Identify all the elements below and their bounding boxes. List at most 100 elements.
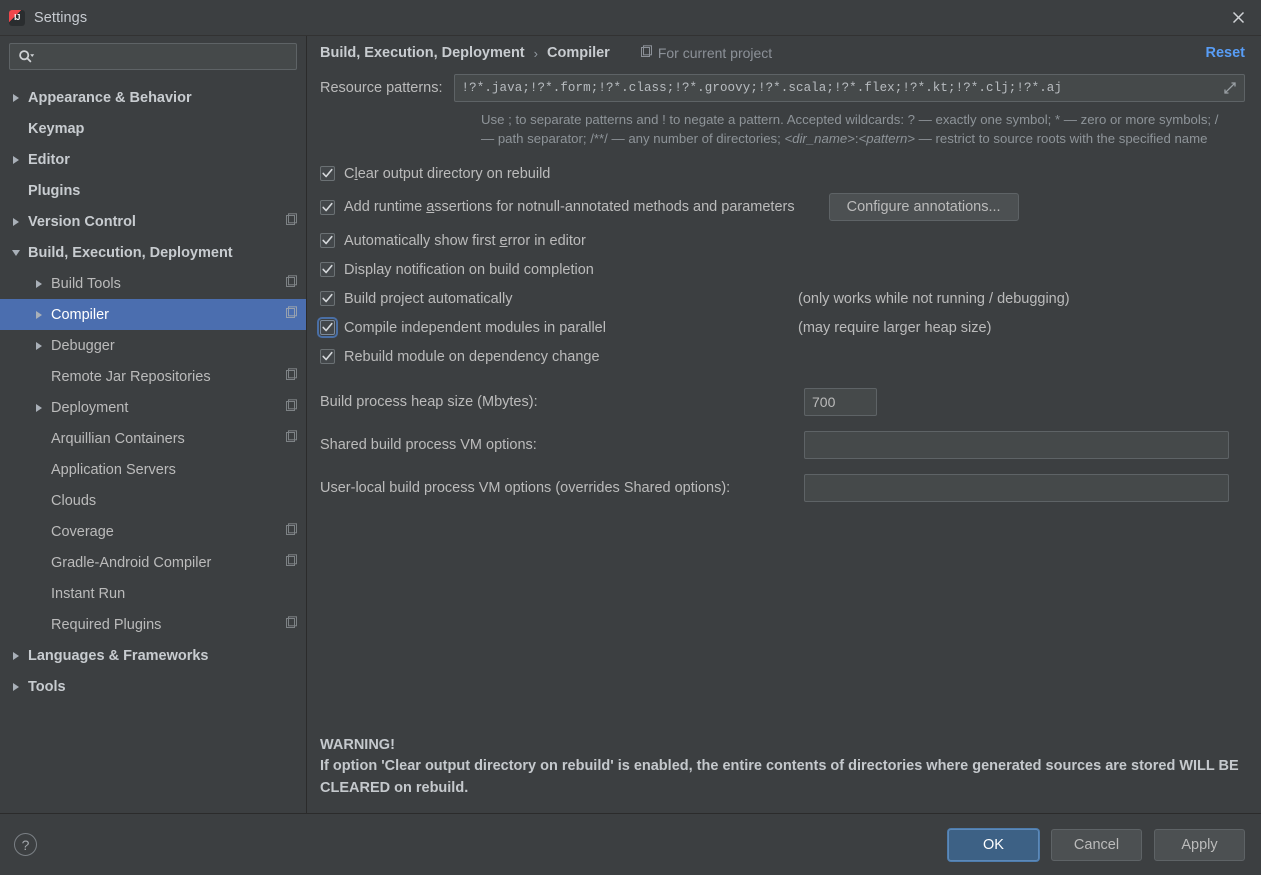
sidebar-item-required-plugins[interactable]: Required Plugins [0,609,306,640]
shared-vm-options-label: Shared build process VM options: [320,437,537,453]
sidebar-item-build-execution-deployment[interactable]: Build, Execution, Deployment [0,237,306,268]
sidebar-item-application-servers[interactable]: Application Servers [0,454,306,485]
resource-patterns-field[interactable]: !?*.java;!?*.form;!?*.class;!?*.groovy;!… [453,74,1245,102]
checkbox-row-rebuild-module-on-dependency-change: Rebuild module on dependency change [320,342,1245,371]
heap-size-label: Build process heap size (Mbytes): [320,394,538,410]
chevron-right-icon[interactable] [9,91,22,104]
checkbox-label-automatically-show-first-error-in-editor[interactable]: Automatically show first error in editor [344,233,586,249]
chevron-right-icon[interactable] [9,649,22,662]
chevron-right-icon[interactable] [32,277,45,290]
checkbox-build-project-automatically[interactable] [320,291,335,306]
sidebar-item-label: Tools [28,678,66,695]
sidebar-item-label: Coverage [51,523,114,540]
breadcrumb: Build, Execution, Deployment › Compiler … [307,36,1261,70]
heap-size-input[interactable] [804,388,877,416]
sidebar-item-gradle-android-compiler[interactable]: Gradle-Android Compiler [0,547,306,578]
sidebar-item-label: Appearance & Behavior [28,89,192,106]
checkbox-row-clear-output-directory-on-rebuild: Clear output directory on rebuild [320,159,1245,188]
sidebar-item-remote-jar-repositories[interactable]: Remote Jar Repositories [0,361,306,392]
project-scope-label: For current project [657,45,773,61]
checkbox-automatically-show-first-error-in-editor[interactable] [320,233,335,248]
sidebar-item-label: Clouds [51,492,97,509]
warning-body: If option 'Clear output directory on reb… [320,758,1239,796]
sidebar-item-instant-run[interactable]: Instant Run [0,578,306,609]
sidebar-item-compiler[interactable]: Compiler [0,299,306,330]
shared-vm-options-input[interactable] [804,431,1229,459]
project-scope-icon [279,398,298,417]
checkbox-label-build-project-automatically[interactable]: Build project automatically [344,291,512,307]
sidebar-item-keymap[interactable]: Keymap [0,113,306,144]
sidebar-item-build-tools[interactable]: Build Tools [0,268,306,299]
expand-diagonal-icon[interactable] [1222,80,1238,96]
sidebar-item-label: Version Control [28,213,136,230]
sidebar-item-clouds[interactable]: Clouds [0,485,306,516]
checkbox-label-clear-output-directory-on-rebuild[interactable]: Clear output directory on rebuild [344,166,550,182]
sidebar-item-label: Arquillian Containers [51,430,185,447]
checkbox-row-build-project-automatically: Build project automatically (only works w… [320,284,1245,313]
dialog-body: Appearance & Behavior Keymap Editor Plugins… [0,35,1261,813]
checkbox-add-runtime-assertions-for-notnull-annotated-methods-and-parameters[interactable] [320,199,335,215]
checkbox-rebuild-module-on-dependency-change[interactable] [320,349,335,364]
sidebar-item-label: Deployment [51,399,129,416]
cancel-button[interactable]: Cancel [1051,828,1142,861]
checkbox-row-add-runtime-assertions-for-notnull-annotated-methods-and-parameters: Add runtime assertions for notnull-annot… [320,188,1245,226]
chevron-right-icon[interactable] [9,153,22,166]
chevron-right-icon[interactable] [32,308,45,321]
sidebar-item-debugger[interactable]: Debugger [0,330,306,361]
project-scope-icon [279,305,298,324]
shared-vm-options-row: Shared build process VM options: [320,431,1245,459]
chevron-right-icon[interactable] [32,339,45,352]
chevron-down-icon[interactable] [9,246,22,259]
checkbox-label-compile-independent-modules-in-parallel[interactable]: Compile independent modules in parallel [344,320,606,336]
hint-text-part2: — restrict to source roots with the spec… [915,131,1208,146]
checkbox-label-add-runtime-assertions-for-notnull-annotated-methods-and-parameters[interactable]: Add runtime assertions for notnull-annot… [344,199,795,215]
project-scope-icon [279,429,298,448]
resource-patterns-hint: Use ; to separate patterns and ! to nega… [481,110,1226,148]
userlocal-vm-options-label: User-local build process VM options (ove… [320,480,731,496]
sidebar-item-appearance-behavior[interactable]: Appearance & Behavior [0,82,306,113]
sidebar-item-label: Plugins [28,182,81,199]
search-icon [18,49,35,64]
sidebar-item-label: Debugger [51,337,115,354]
sidebar-item-label: Remote Jar Repositories [51,368,211,385]
sidebar-item-arquillian-containers[interactable]: Arquillian Containers [0,423,306,454]
sidebar-item-label: Gradle-Android Compiler [51,554,212,571]
breadcrumb-parent[interactable]: Build, Execution, Deployment [320,45,525,61]
sidebar-item-deployment[interactable]: Deployment [0,392,306,423]
project-scope-icon [279,212,298,231]
sidebar-item-label: Editor [28,151,70,168]
checkbox-display-notification-on-build-completion[interactable] [320,262,335,277]
checkbox-clear-output-directory-on-rebuild[interactable] [320,166,335,181]
apply-button[interactable]: Apply [1154,828,1245,861]
resource-patterns-label: Resource patterns: [320,80,443,96]
configure-annotations-button[interactable]: Configure annotations... [828,193,1019,221]
sidebar-item-version-control[interactable]: Version Control [0,206,306,237]
sidebar-item-languages-frameworks[interactable]: Languages & Frameworks [0,640,306,671]
sidebar-item-label: Keymap [28,120,85,137]
sidebar-item-coverage[interactable]: Coverage [0,516,306,547]
chevron-right-icon[interactable] [9,215,22,228]
breadcrumb-separator: › [533,45,538,61]
sidebar-item-plugins[interactable]: Plugins [0,175,306,206]
hint-dir-name: <dir_name> [784,131,855,146]
search-box[interactable] [9,43,297,70]
chevron-right-icon[interactable] [32,401,45,414]
settings-dialog: Settings [0,0,1261,875]
chevron-right-icon[interactable] [9,680,22,693]
ok-button[interactable]: OK [948,828,1039,861]
help-button[interactable]: ? [14,833,37,856]
close-icon[interactable] [1215,0,1261,35]
reset-link[interactable]: Reset [1206,45,1246,61]
userlocal-vm-options-input[interactable] [804,474,1229,502]
settings-tree: Appearance & Behavior Keymap Editor Plugins… [0,79,306,813]
sidebar-item-label: Build Tools [51,275,121,292]
checkbox-label-rebuild-module-on-dependency-change[interactable]: Rebuild module on dependency change [344,349,600,365]
checkbox-compile-independent-modules-in-parallel[interactable] [317,317,338,338]
sidebar-item-tools[interactable]: Tools [0,671,306,702]
checkbox-label-display-notification-on-build-completion[interactable]: Display notification on build completion [344,262,594,278]
search-input[interactable] [35,44,296,69]
heap-size-row: Build process heap size (Mbytes): [320,388,1245,416]
project-scope-icon [640,45,653,61]
title-bar: Settings [0,0,1261,35]
sidebar-item-editor[interactable]: Editor [0,144,306,175]
